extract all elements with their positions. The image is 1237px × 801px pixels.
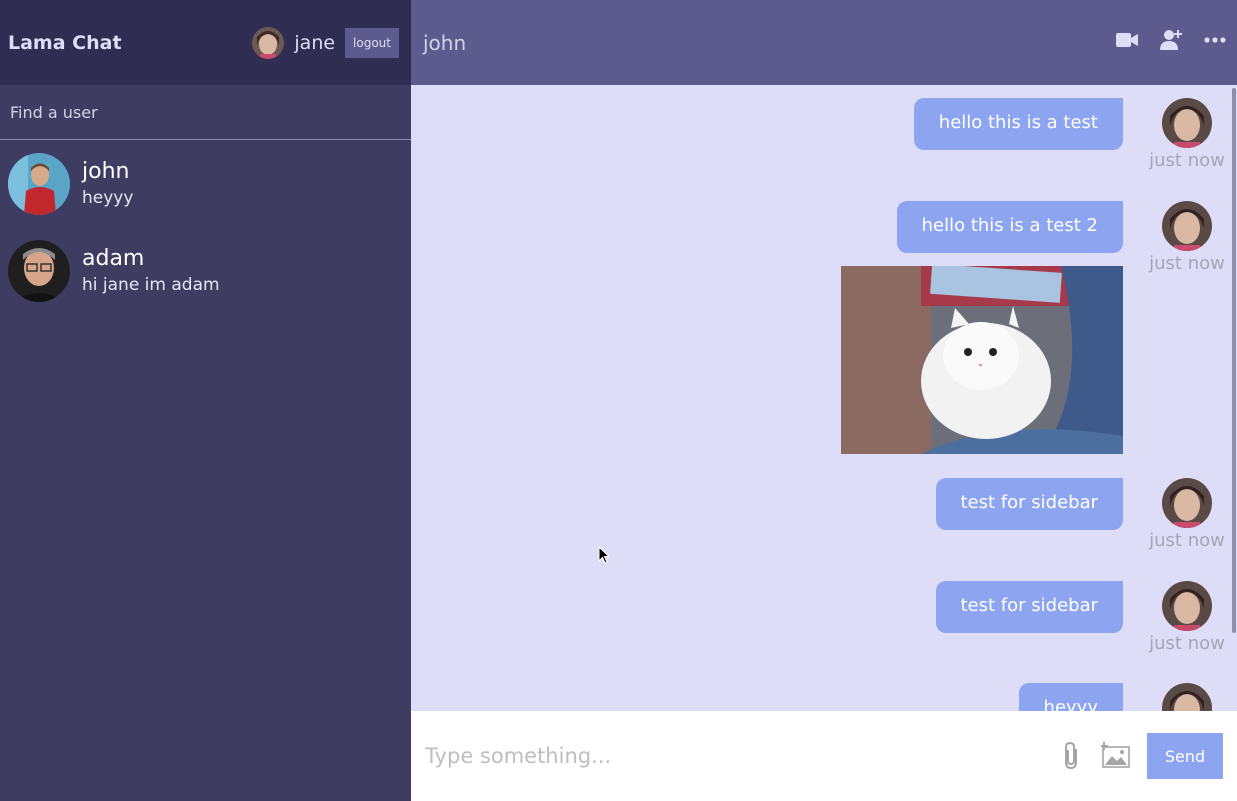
message-meta xyxy=(1143,683,1231,711)
avatar xyxy=(8,239,70,302)
message-meta: just now xyxy=(1143,201,1231,454)
current-user-name: jane xyxy=(294,32,336,54)
avatar xyxy=(1162,98,1212,148)
message-time: just now xyxy=(1149,633,1225,654)
message-bubble: hello this is a test xyxy=(913,98,1123,150)
message: heyyy xyxy=(1018,683,1231,711)
message-input[interactable] xyxy=(425,744,1059,768)
message-meta: just now xyxy=(1143,478,1231,551)
message-time: just now xyxy=(1149,150,1225,171)
message-time: just now xyxy=(1149,253,1225,274)
user-chat-last-message: heyyy xyxy=(82,188,134,208)
search-form xyxy=(0,85,411,140)
video-camera-icon[interactable] xyxy=(1115,28,1139,52)
add-user-icon[interactable] xyxy=(1159,28,1183,52)
user-chat-name: john xyxy=(82,159,130,184)
mouse-cursor-icon xyxy=(598,545,611,564)
more-options-icon[interactable] xyxy=(1203,28,1227,52)
app-logo: Lama Chat xyxy=(8,31,122,54)
chat-panel: john just now hello this is a test just … xyxy=(411,0,1237,801)
message-bubble: hello this is a test 2 xyxy=(896,201,1123,253)
user-chat-john[interactable]: john heyyy xyxy=(0,140,411,227)
message-bubble: test for sidebar xyxy=(935,478,1123,530)
input-actions: Send xyxy=(1059,733,1223,779)
message-image[interactable] xyxy=(841,266,1123,454)
avatar xyxy=(1162,683,1212,711)
message: just now hello this is a test 2 xyxy=(841,201,1231,454)
avatar xyxy=(8,152,70,215)
chat-header: john xyxy=(411,0,1237,85)
message-bubble: test for sidebar xyxy=(935,581,1123,633)
message-input-bar: Send xyxy=(411,711,1237,801)
user-chat-last-message: hi jane im adam xyxy=(82,275,220,295)
avatar xyxy=(1162,478,1212,528)
message: just now test for sidebar xyxy=(935,581,1232,654)
message-content: hello this is a test 2 xyxy=(841,201,1123,454)
image-icon[interactable] xyxy=(1100,741,1131,771)
current-user: jane logout xyxy=(252,27,399,59)
navbar: Lama Chat jane logout xyxy=(0,0,411,85)
search-input[interactable] xyxy=(10,102,401,122)
avatar xyxy=(1162,201,1212,251)
logout-button[interactable]: logout xyxy=(345,28,399,58)
send-button[interactable]: Send xyxy=(1147,733,1223,779)
message-list[interactable]: just now hello this is a test just now h… xyxy=(411,85,1237,711)
message-meta: just now xyxy=(1143,98,1231,171)
avatar xyxy=(1162,581,1212,631)
user-chat-info: adam hi jane im adam xyxy=(82,246,220,295)
user-chat-info: john heyyy xyxy=(82,159,133,208)
sidebar: Lama Chat jane logout john heyyy adam hi… xyxy=(0,0,411,801)
avatar xyxy=(252,27,285,59)
user-chat-adam[interactable]: adam hi jane im adam xyxy=(0,227,411,314)
chat-header-icons xyxy=(1115,28,1227,52)
message-scrollbar[interactable] xyxy=(1232,88,1236,633)
message-time: just now xyxy=(1149,530,1225,551)
message: just now test for sidebar xyxy=(935,478,1232,551)
message: just now hello this is a test xyxy=(913,98,1231,171)
user-chat-name: adam xyxy=(82,246,145,271)
message-bubble: heyyy xyxy=(1018,683,1123,711)
message-meta: just now xyxy=(1143,581,1231,654)
chat-title: john xyxy=(423,30,467,55)
attach-icon[interactable] xyxy=(1059,741,1085,771)
